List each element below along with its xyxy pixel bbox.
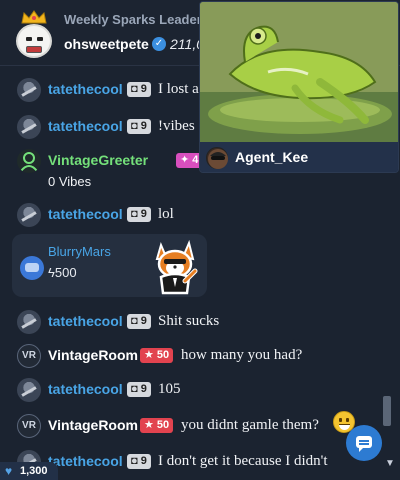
- avatar[interactable]: [17, 78, 41, 102]
- crown-icon: [21, 10, 47, 24]
- likes-count: 1,300: [20, 465, 48, 477]
- chat-button[interactable]: [346, 425, 382, 461]
- level-badge: ◘ 9: [127, 382, 151, 397]
- level-badge: ◘ 9: [127, 119, 151, 134]
- leader-avatar: [12, 10, 56, 58]
- leader-name[interactable]: ohsweetpete: [64, 36, 149, 52]
- avatar[interactable]: [20, 256, 44, 280]
- username[interactable]: tatethecool: [48, 453, 123, 469]
- user-spotlight-card[interactable]: Agent_Kee: [199, 1, 399, 173]
- frog-image: [200, 2, 398, 142]
- greeter-icon: [20, 152, 38, 172]
- username[interactable]: tatethecool: [48, 381, 123, 397]
- level-badge: ◘ 9: [127, 82, 151, 97]
- username[interactable]: tatethecool: [48, 118, 123, 134]
- message-text: I don't get it because I didn't: [158, 453, 328, 469]
- chat-message: tatethecool ◘ 9 Shit sucks: [0, 306, 380, 336]
- chat-message: tatethecool ◘ 9 105: [0, 374, 380, 404]
- lightning-icon: ϟ: [48, 265, 55, 280]
- username[interactable]: VintageRoom: [48, 347, 138, 363]
- message-text: Shit sucks: [158, 313, 220, 329]
- chat-bubble-icon: [356, 436, 372, 452]
- level-badge: ◘ 9: [127, 314, 151, 329]
- level-badge: ★ 50: [140, 418, 174, 433]
- avatar[interactable]: [17, 203, 41, 227]
- avatar[interactable]: VR: [17, 414, 41, 438]
- spotlight-username[interactable]: Agent_Kee: [235, 149, 308, 165]
- username[interactable]: VintageGreeter: [48, 152, 148, 168]
- avatar[interactable]: VR: [17, 344, 41, 368]
- leader-face: [16, 24, 52, 58]
- corgi-sticker: [155, 239, 198, 295]
- verified-icon: ✓: [152, 37, 166, 51]
- chat-message: VR VintageRoom ★ 50 you didnt gamle them…: [0, 410, 380, 440]
- avatar[interactable]: [17, 149, 41, 173]
- message-text: I lost a: [158, 81, 199, 97]
- avatar[interactable]: [17, 310, 41, 334]
- message-text: how many you had?: [181, 347, 303, 363]
- message-text: you didnt gamle them?: [181, 417, 319, 433]
- username[interactable]: tatethecool: [48, 206, 123, 222]
- spotlight-bar: Agent_Kee: [200, 142, 398, 172]
- username[interactable]: tatethecool: [48, 81, 123, 97]
- heart-icon: ♥: [5, 464, 13, 478]
- avatar[interactable]: [17, 115, 41, 139]
- avatar[interactable]: [206, 147, 228, 169]
- message-text: !vibes: [158, 118, 195, 134]
- chat-message: tatethecool ◘ 9 lol: [0, 199, 380, 229]
- avatar[interactable]: [17, 378, 41, 402]
- scrollbar-thumb[interactable]: [383, 396, 391, 426]
- level-badge: ◘ 9: [127, 454, 151, 469]
- chevron-down-icon[interactable]: ▼: [385, 459, 395, 469]
- tip-card[interactable]: BlurryMars ϟ500: [12, 234, 207, 297]
- chat-message: VR VintageRoom ★ 50 how many you had?: [0, 340, 380, 370]
- level-badge: ◘ 9: [127, 207, 151, 222]
- likes-counter[interactable]: ♥ 1,300: [0, 462, 58, 480]
- message-text: lol: [158, 206, 174, 222]
- message-text: 105: [158, 381, 181, 397]
- message-text: 0 Vibes: [48, 174, 92, 189]
- username[interactable]: VintageRoom: [48, 417, 138, 433]
- tip-username[interactable]: BlurryMars: [48, 244, 111, 259]
- tip-amount: ϟ500: [48, 265, 77, 280]
- username[interactable]: tatethecool: [48, 313, 123, 329]
- chat-app: Weekly Sparks Leader ohsweetpete ✓ 211,0…: [0, 0, 400, 480]
- level-badge: ★ 50: [140, 348, 174, 363]
- leader-title: Weekly Sparks Leader: [64, 12, 202, 27]
